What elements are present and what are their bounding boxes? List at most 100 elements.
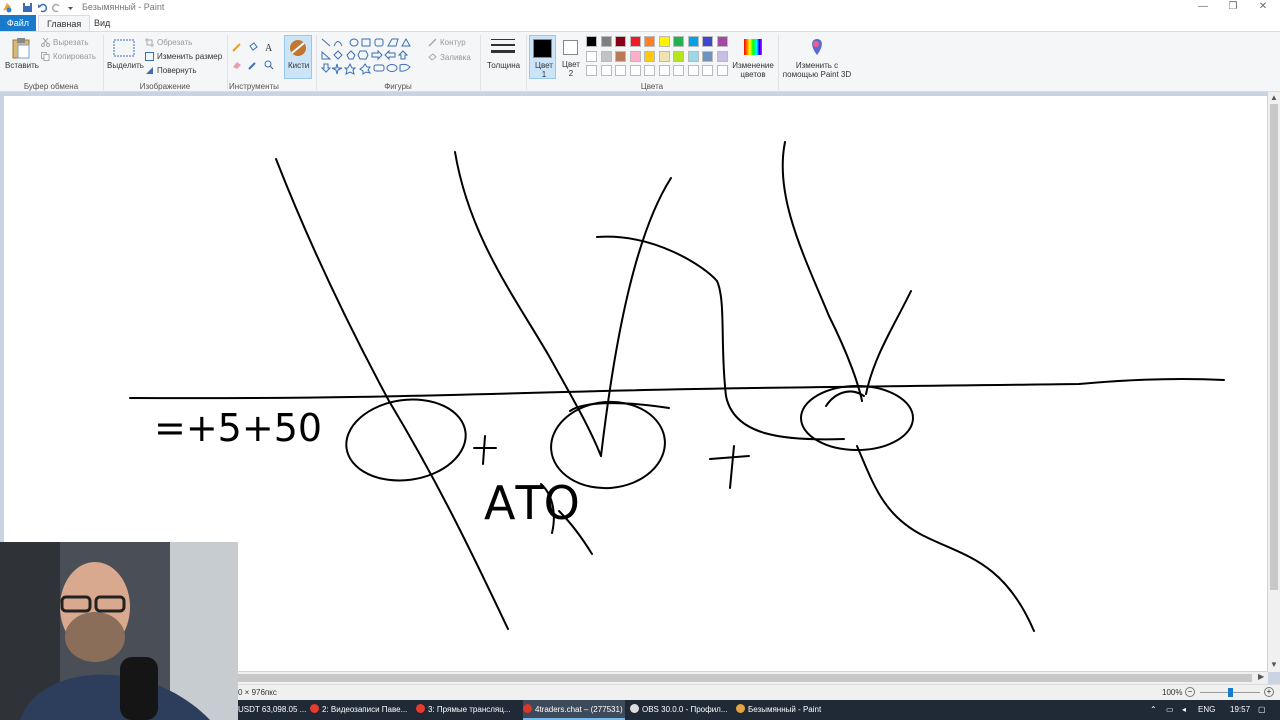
image-group-label: Изображение xyxy=(139,82,191,91)
palette-swatch[interactable] xyxy=(673,50,684,62)
tab-home[interactable]: Главная xyxy=(38,15,91,31)
palette-swatch-empty[interactable] xyxy=(615,65,626,76)
tab-file[interactable]: Файл xyxy=(0,15,36,31)
minimize-button[interactable]: — xyxy=(1188,0,1218,15)
edit-colors-button[interactable]: Изменение цветов xyxy=(732,35,774,79)
save-icon[interactable] xyxy=(22,2,33,13)
volume-icon[interactable]: ◂ xyxy=(1182,700,1186,720)
palette-swatch[interactable] xyxy=(600,36,612,47)
palette-swatch[interactable] xyxy=(687,50,699,62)
palette-swatch-empty[interactable] xyxy=(702,65,713,76)
ribbon: Вставить Вырезать Копировать Буфер обмен… xyxy=(0,31,1280,92)
scroll-up-arrow-icon[interactable]: ▲ xyxy=(1270,93,1278,102)
palette-swatch[interactable] xyxy=(629,50,641,62)
close-button[interactable]: ✕ xyxy=(1248,0,1278,15)
zoom-slider[interactable] xyxy=(1200,688,1260,697)
select-button[interactable]: Выделить xyxy=(107,35,144,79)
palette-swatch[interactable] xyxy=(644,50,655,62)
palette-swatch[interactable] xyxy=(658,36,670,47)
vertical-scrollbar[interactable]: ▲ ▼ xyxy=(1268,92,1280,672)
paint3d-label: Изменить с помощью Paint 3D xyxy=(782,61,852,79)
palette-swatch[interactable] xyxy=(586,50,597,62)
paint-app-icon xyxy=(3,3,12,13)
crop-button[interactable]: Обрезать xyxy=(157,38,192,47)
tab-view[interactable]: Вид xyxy=(86,15,118,31)
plus-1 xyxy=(473,435,497,465)
color1-button[interactable]: Цвет 1 xyxy=(529,35,556,79)
palette-swatch-empty[interactable] xyxy=(644,65,655,76)
palette-swatch[interactable] xyxy=(586,36,597,47)
language-indicator[interactable]: ENG xyxy=(1198,700,1215,720)
scroll-thumb[interactable] xyxy=(1270,104,1278,590)
palette-swatch[interactable] xyxy=(658,50,670,62)
palette-swatch-empty[interactable] xyxy=(586,65,597,76)
taskbar-item[interactable]: USDT 63,098.05 ... xyxy=(238,700,306,720)
taskbar-item[interactable]: OBS 30.0.0 - Профил... xyxy=(630,700,730,720)
v-stroke xyxy=(600,177,672,457)
taskbar-item[interactable]: 2: Видеозаписи Паве... xyxy=(310,700,410,720)
network-icon[interactable]: ▭ xyxy=(1166,700,1174,720)
scissors-icon xyxy=(41,38,50,47)
palette-swatch[interactable] xyxy=(615,50,626,62)
palette-swatch-empty[interactable] xyxy=(687,65,699,76)
restore-button[interactable]: ❐ xyxy=(1218,0,1248,15)
palette-swatch[interactable] xyxy=(687,36,699,47)
tray-chevron-icon[interactable]: ⌃ xyxy=(1150,700,1157,720)
palette-swatch[interactable] xyxy=(702,50,713,62)
notifications-icon[interactable]: ▢ xyxy=(1258,700,1266,720)
paint3d-button[interactable]: Изменить с помощью Paint 3D xyxy=(781,35,853,79)
resize-button[interactable]: Изменить размер xyxy=(157,52,222,61)
rotate-icon xyxy=(146,67,153,74)
clock[interactable]: 19:57 xyxy=(1230,700,1250,720)
zoom-slider-thumb[interactable] xyxy=(1228,688,1233,697)
customize-qat-icon[interactable] xyxy=(65,2,76,13)
paste-button[interactable]: Вставить xyxy=(4,35,39,79)
size-button[interactable]: Толщина xyxy=(484,35,522,79)
pencil-icon[interactable] xyxy=(232,42,242,52)
cut-button[interactable]: Вырезать xyxy=(53,38,89,47)
undo-icon[interactable] xyxy=(37,2,48,13)
copy-button[interactable]: Копировать xyxy=(53,52,96,61)
redo-icon[interactable] xyxy=(51,2,62,13)
palette-swatch[interactable] xyxy=(600,50,612,62)
palette-swatch[interactable] xyxy=(702,36,713,47)
palette-swatch[interactable] xyxy=(629,36,641,47)
fill-dropdown[interactable]: Заливка xyxy=(440,53,471,62)
rainbow-palette-icon xyxy=(744,39,762,55)
text-icon[interactable]: A xyxy=(264,42,274,52)
zoom-out-icon[interactable]: − xyxy=(1185,687,1195,697)
fill-bucket-icon[interactable] xyxy=(248,42,258,52)
palette-swatch-empty[interactable] xyxy=(600,65,612,76)
v-stroke-right xyxy=(865,290,912,395)
palette-swatch-empty[interactable] xyxy=(716,65,728,76)
color-picker-icon[interactable] xyxy=(248,60,258,70)
magnifier-icon[interactable] xyxy=(264,60,274,70)
palette-swatch[interactable] xyxy=(615,36,626,47)
color2-button[interactable]: Цвет 2 xyxy=(558,35,583,79)
zoom-level: 100% xyxy=(1162,688,1183,697)
outline-dropdown[interactable]: Контур xyxy=(440,38,466,47)
eraser-icon[interactable] xyxy=(232,60,242,70)
brushes-button[interactable]: Кисти xyxy=(284,35,312,79)
rotate-button[interactable]: Повернуть xyxy=(157,66,197,75)
palette-swatch-empty[interactable] xyxy=(658,65,670,76)
scroll-down-arrow-icon[interactable]: ▼ xyxy=(1270,660,1278,669)
webcam-person-image xyxy=(0,542,238,720)
shapes-gallery[interactable] xyxy=(320,37,420,77)
select-label: Выделить xyxy=(107,61,144,70)
hscroll-thumb[interactable] xyxy=(238,674,1252,682)
palette-swatch[interactable] xyxy=(716,50,728,62)
palette-swatch-empty[interactable] xyxy=(673,65,684,76)
outline-icon xyxy=(428,38,437,47)
palette-swatch[interactable] xyxy=(644,36,655,47)
palette-swatch[interactable] xyxy=(673,36,684,47)
taskbar-item[interactable]: 3: Прямые трансляц... xyxy=(416,700,516,720)
palette-swatch-empty[interactable] xyxy=(629,65,641,76)
taskbar-item[interactable]: Безымянный - Paint xyxy=(736,700,836,720)
zoom-in-icon[interactable]: + xyxy=(1264,687,1274,697)
canvas-size-readout: 0 × 976пкс xyxy=(238,688,277,697)
line-thickness-icon xyxy=(491,39,515,53)
taskbar-item[interactable]: 4traders.chat – (277531) xyxy=(523,700,625,720)
palette-swatch[interactable] xyxy=(716,36,728,47)
scroll-right-arrow-icon[interactable]: ▶ xyxy=(1258,672,1264,681)
